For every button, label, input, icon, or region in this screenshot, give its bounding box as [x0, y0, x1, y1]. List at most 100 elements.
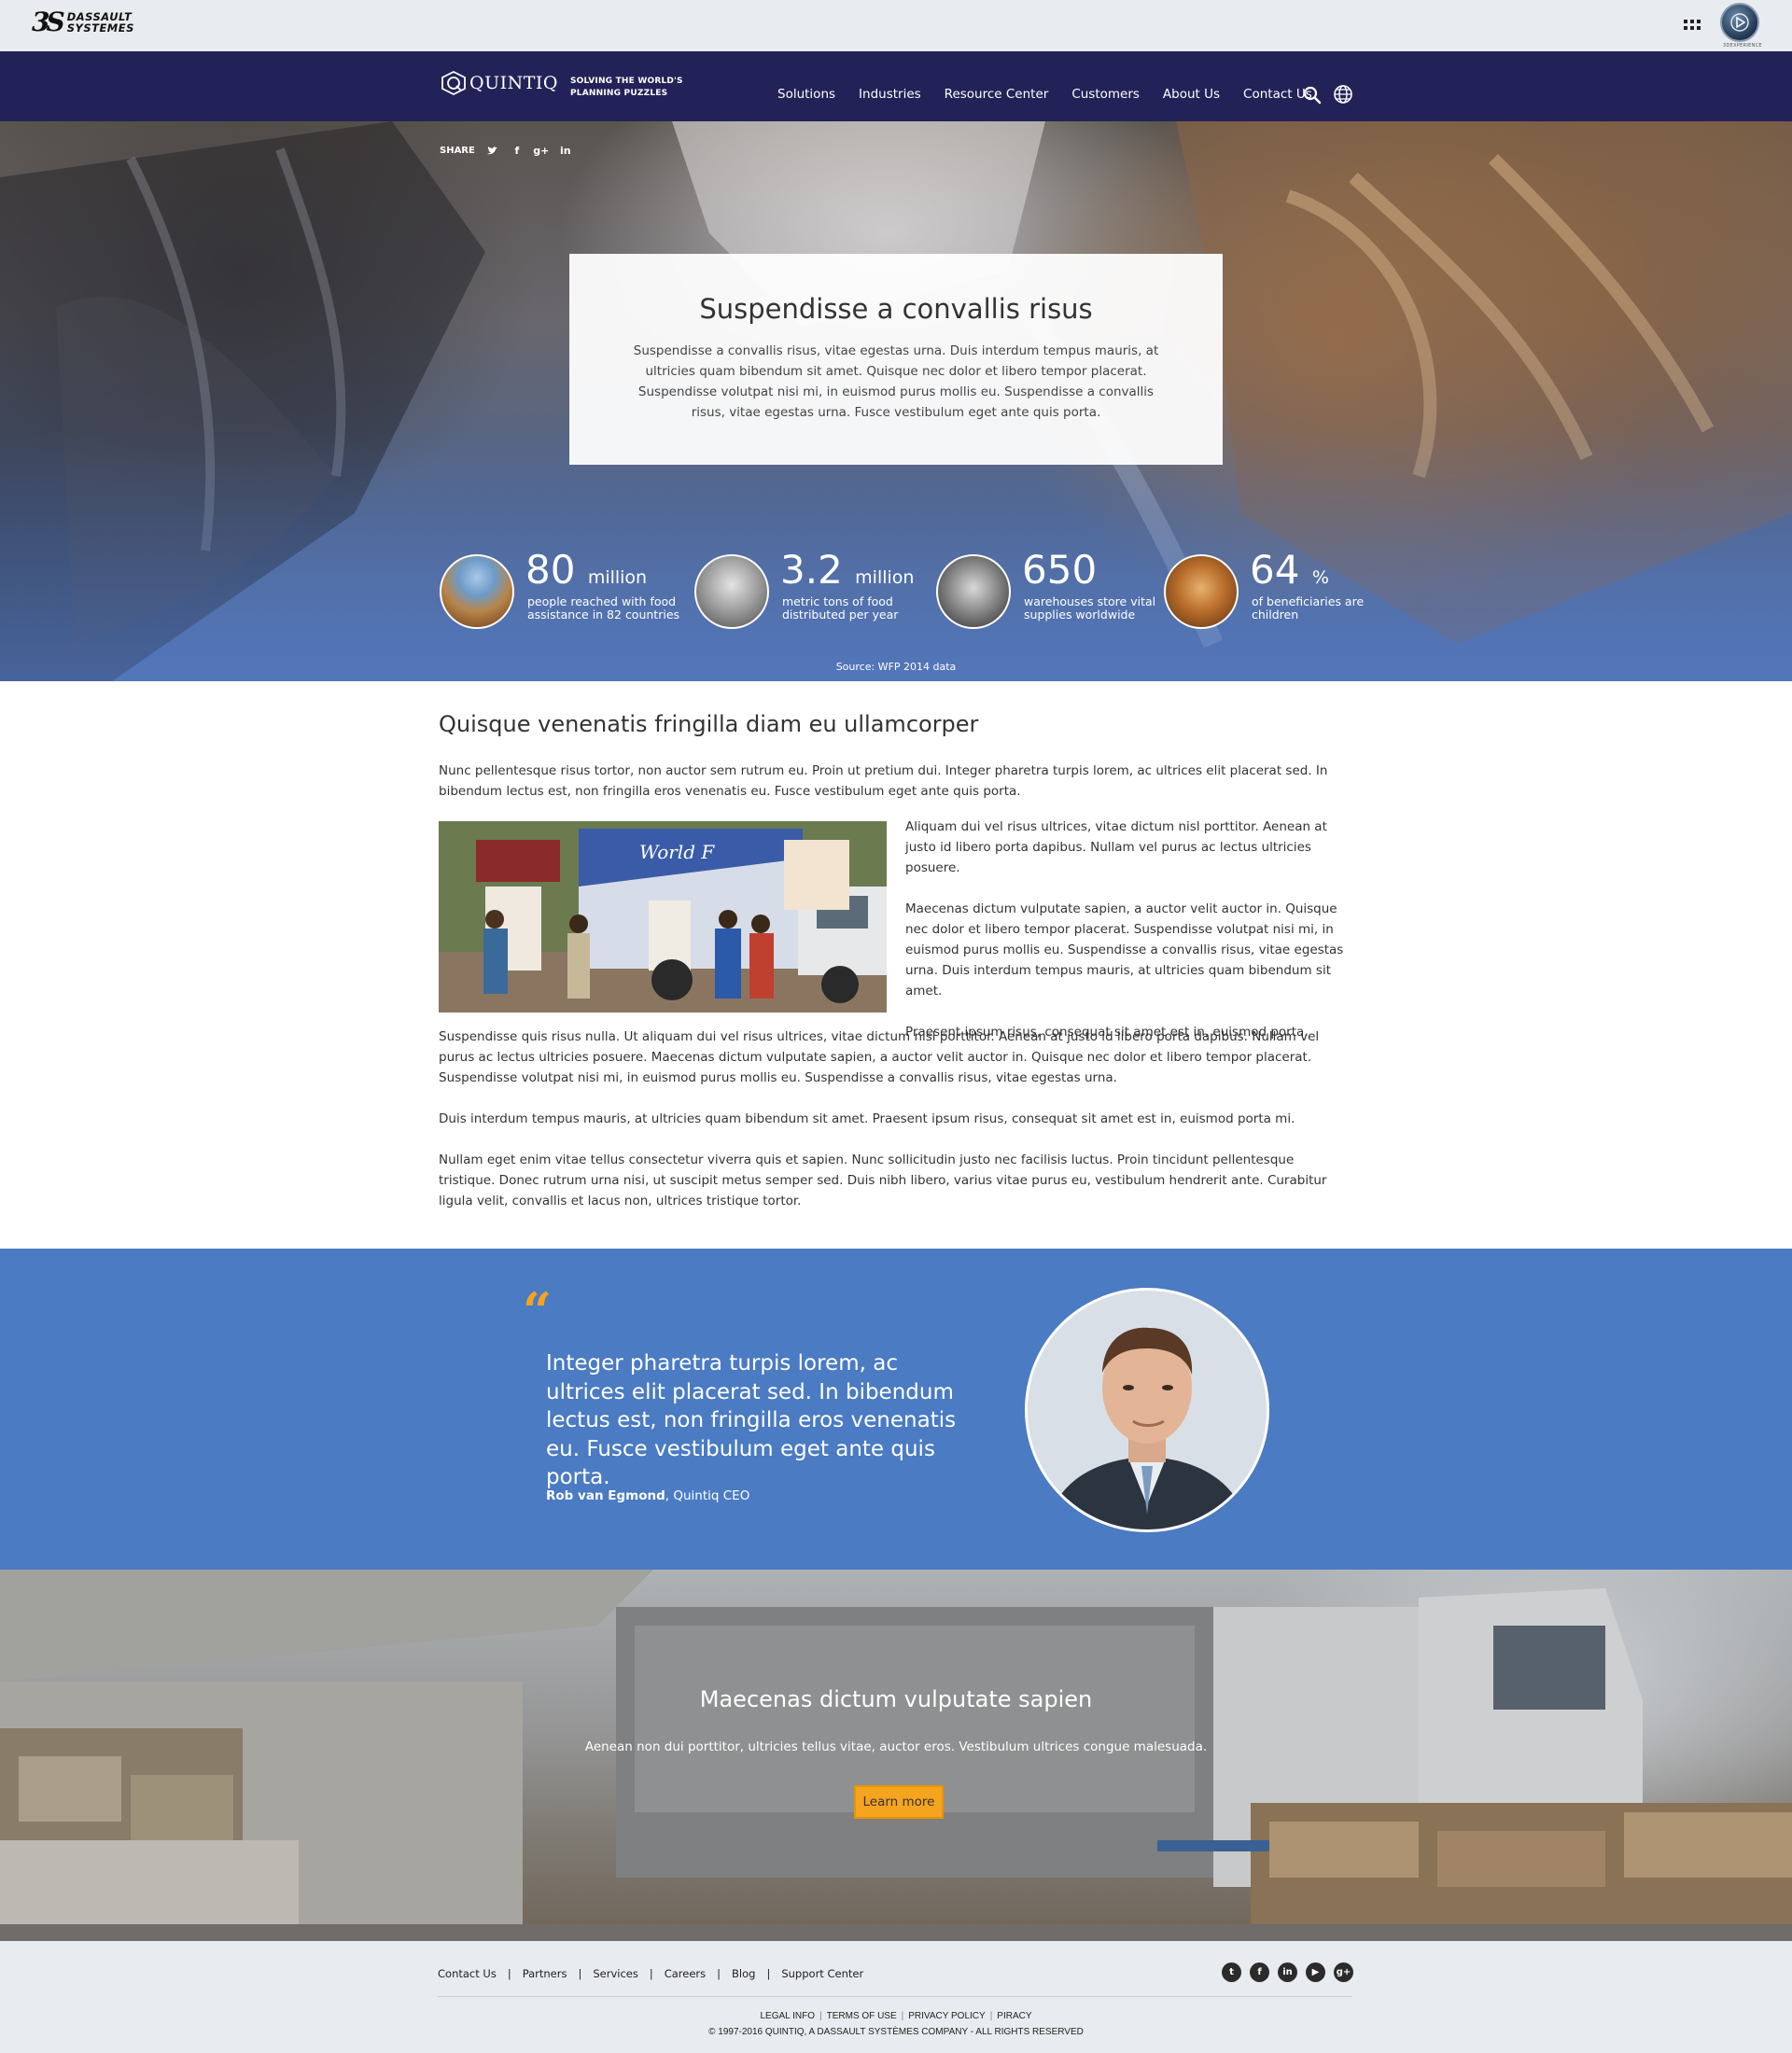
svg-text:World F: World F [639, 841, 715, 863]
stats-row: 80 million people reached with food assi… [440, 547, 1364, 631]
article-paragraph: Nullam eget enim vitae tellus consectetu… [439, 1152, 1327, 1208]
google-plus-icon[interactable]: g+ [1334, 1962, 1353, 1982]
facebook-icon[interactable]: f [509, 142, 525, 159]
quote-section: “ Integer pharetra turpis lorem, ac ultr… [0, 1249, 1792, 1570]
legal-link-privacy-policy[interactable]: PRIVACY POLICY [908, 2011, 985, 2021]
stat-description: warehouses store vital supplies worldwid… [1024, 594, 1156, 621]
twitter-icon[interactable]: t [1222, 1962, 1241, 1982]
dassault-systemes-logo[interactable]: 3S DASSAULT SYSTEMES [32, 9, 134, 35]
hero-title: Suspendisse a convallis risus [699, 293, 1093, 325]
social-links: t f in ▶ g+ [1222, 1962, 1362, 1982]
twitter-icon[interactable] [484, 142, 501, 159]
tagline-line2: PLANNING PUZZLES [570, 89, 668, 98]
stat-number: 80 million [525, 547, 647, 601]
footer-separator: | [766, 1967, 771, 1980]
quintiq-brand-name: QUINTIQ [469, 73, 558, 93]
article-photo-truck: World F [439, 821, 887, 1013]
quote-text: Integer pharetra turpis lorem, ac ultric… [546, 1351, 957, 1489]
ds-logo-words: DASSAULT SYSTEMES [67, 11, 134, 34]
legal-link-piracy[interactable]: PIRACY [997, 2011, 1031, 2021]
grid-icon[interactable] [1684, 20, 1701, 31]
stat-photo-tons [694, 554, 769, 629]
footer-link-services[interactable]: Services [593, 1967, 638, 1980]
stat-description: people reached with food assistance in 8… [527, 594, 680, 621]
footer-link-blog[interactable]: Blog [732, 1967, 755, 1980]
legal-link-terms-of-use[interactable]: TERMS OF USE [827, 2011, 897, 2021]
stat-photo-food [440, 554, 514, 629]
ds-logo-line2: SYSTEMES [66, 21, 134, 35]
legal-separator: | [901, 2011, 904, 2021]
quote-mark-icon: “ [523, 1281, 553, 1341]
footer-link-contact-us[interactable]: Contact Us [438, 1967, 497, 1980]
stat-unit: million [587, 567, 648, 588]
article-paragraph: Duis interdum tempus mauris, at ultricie… [439, 1111, 1295, 1126]
stat-photo-children [1164, 554, 1239, 629]
banner-title: Maecenas dictum vulputate sapien [699, 1686, 1093, 1712]
nav-item-customers[interactable]: Customers [1071, 87, 1140, 102]
cta-banner: Maecenas dictum vulputate sapien Aenean … [0, 1570, 1792, 1941]
hero-section: SHARE f g+ in Suspendisse a convallis ri… [0, 121, 1792, 681]
stats-source: Source: WFP 2014 data [835, 661, 957, 673]
stat-value: 650 [1022, 547, 1098, 593]
nav-item-contact-us[interactable]: Contact Us [1243, 87, 1312, 102]
footer-separator: | [649, 1967, 653, 1980]
article-side-paragraph: Maecenas dictum vulputate sapien, a auct… [905, 901, 1344, 999]
youtube-icon[interactable]: ▶ [1306, 1962, 1325, 1982]
stat-number: 650 [1022, 547, 1097, 594]
tagline: SOLVING THE WORLD'S PLANNING PUZZLES [570, 76, 683, 100]
search-icon[interactable] [1303, 86, 1322, 105]
stat-description: of beneficiaries are children [1252, 594, 1365, 621]
footer-separator: | [717, 1967, 721, 1980]
nav-item-resource-center[interactable]: Resource Center [945, 87, 1049, 102]
stat-value: 64 [1250, 547, 1300, 593]
footer-link-support-center[interactable]: Support Center [781, 1967, 863, 1980]
hero-text: Suspendisse a convallis risus, vitae ege… [633, 343, 1159, 420]
google-plus-icon[interactable]: g+ [533, 142, 550, 159]
legal-separator: | [819, 2011, 822, 2021]
main-nav: QUINTIQ SOLVING THE WORLD'S PLANNING PUZ… [0, 51, 1792, 121]
facebook-icon[interactable]: f [1250, 1962, 1269, 1982]
footer-separator: | [578, 1967, 582, 1980]
stat-unit: million [855, 567, 915, 588]
linkedin-icon[interactable]: in [1278, 1962, 1297, 1982]
legal-separator: | [989, 2011, 993, 2021]
nav-item-solutions[interactable]: Solutions [777, 87, 835, 102]
article-side-paragraph: Aliquam dui vel risus ultrices, vitae di… [905, 819, 1327, 875]
footer-link-careers[interactable]: Careers [665, 1967, 706, 1980]
nav-menu: Solutions Industries Resource Center Cus… [777, 85, 1312, 104]
article-body: Suspendisse quis risus nulla. Ut aliquam… [439, 1026, 1353, 1232]
stat-unit: % [1311, 567, 1329, 588]
banner-overlay [0, 1570, 1792, 1941]
footer-separator: | [507, 1967, 511, 1980]
stat-description: metric tons of food distributed per year [782, 594, 899, 621]
article-intro: Nunc pellentesque risus tortor, non auct… [439, 763, 1328, 799]
stat-value: 3.2 [780, 547, 843, 593]
stat-number: 3.2 million [780, 547, 914, 601]
footer-link-partners[interactable]: Partners [523, 1967, 567, 1980]
quote-author-name: Rob van Egmond [546, 1488, 665, 1503]
nav-item-industries[interactable]: Industries [859, 87, 921, 102]
globe-icon[interactable] [1333, 84, 1353, 105]
stat-value: 80 [525, 547, 576, 593]
article-title: Quisque venenatis fringilla diam eu ulla… [439, 711, 979, 737]
share-bar: SHARE f g+ in [440, 142, 574, 159]
quintiq-logo-icon [441, 70, 466, 96]
quote-author-role: , Quintiq CEO [665, 1488, 750, 1503]
footer: Contact Us | Partners | Services | Caree… [0, 1941, 1792, 2053]
compass-icon[interactable] [1720, 3, 1759, 42]
share-label: SHARE [440, 145, 475, 156]
footer-links: Contact Us | Partners | Services | Caree… [438, 1967, 863, 1980]
stat-number: 64 % [1250, 547, 1329, 601]
nav-item-about-us[interactable]: About Us [1163, 87, 1220, 102]
learn-more-button[interactable]: Learn more [854, 1785, 944, 1819]
ds-logo-mark: 3S [32, 7, 65, 37]
stat-photo-warehouse [936, 554, 1011, 629]
linkedin-icon[interactable]: in [557, 142, 574, 159]
hero-card: Suspendisse a convallis risus Suspendiss… [569, 254, 1223, 465]
legal-link-legal-info[interactable]: LEGAL INFO [760, 2011, 815, 2021]
legal-links: LEGAL INFO | TERMS OF USE | PRIVACY POLICY | P… [0, 2011, 1792, 2021]
copyright: © 1997-2016 QUINTIQ, A DASSAULT SYSTÈMES… [708, 2027, 1084, 2037]
quintiq-logo[interactable]: QUINTIQ [440, 70, 558, 96]
top-bar: 3S DASSAULT SYSTEMES 3DEXPERIENCE [0, 0, 1792, 51]
quote-author: Rob van Egmond, Quintiq CEO [546, 1488, 749, 1503]
